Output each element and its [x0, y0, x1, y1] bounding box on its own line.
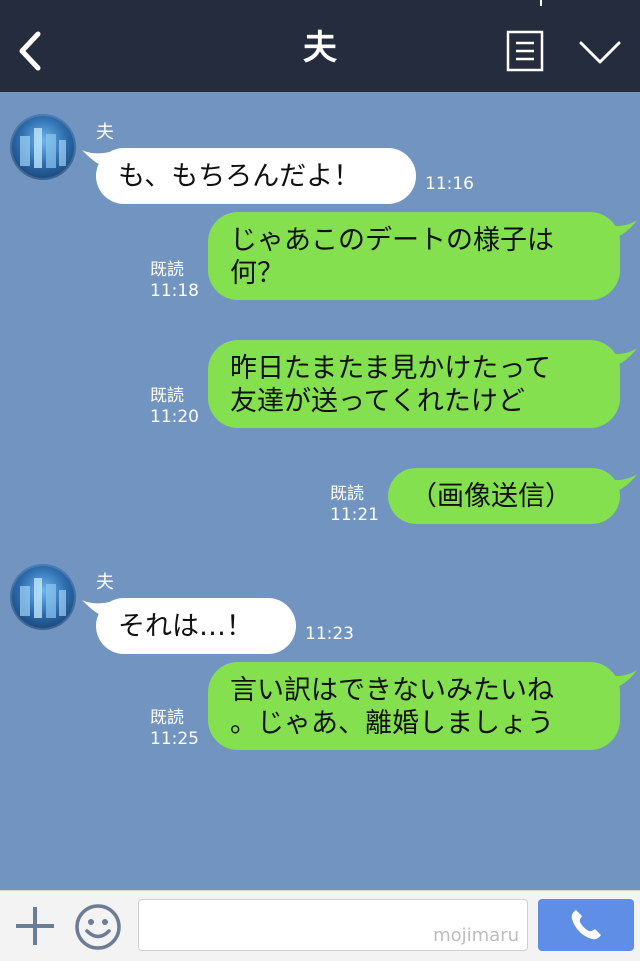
message-bubble-out[interactable]: 言い訳はできないみたいね 。じゃあ、離婚しましょう [208, 662, 620, 750]
watermark-text: mojimaru [433, 925, 519, 946]
message-bubble-out[interactable]: 昨日たまたま見かけたって 友達が送ってくれたけど [208, 340, 620, 428]
status-indicator [540, 0, 542, 6]
message-meta: 既読 11:21 [330, 484, 386, 526]
message-line: 言い訳はできないみたいね [230, 675, 554, 706]
read-receipt: 既読 [330, 484, 364, 504]
message-bubble-in[interactable]: も、もちろんだよ！ [96, 148, 416, 204]
read-receipt: 既読 [150, 708, 184, 728]
message-bubble-out[interactable]: じゃあこのデートの様子は 何？ [208, 212, 620, 300]
chat-area[interactable]: 夫 も、もちろんだよ！ 11:16 既読 11:18 じゃあこのデートの様子は … [0, 92, 640, 890]
sender-name: 夫 [96, 572, 114, 593]
avatar-image [20, 578, 66, 618]
message-input[interactable]: mojimaru [138, 899, 528, 951]
message-time: 11:20 [150, 407, 199, 427]
message-text: それは…！ [118, 610, 253, 642]
chevron-down-icon[interactable] [578, 38, 622, 68]
message-time: 11:16 [425, 174, 474, 194]
message-line: じゃあこのデートの様子は [230, 225, 554, 256]
message-line: 何？ [230, 258, 284, 289]
bubble-tail [604, 348, 637, 370]
message-time: 11:23 [305, 624, 354, 644]
message-meta: 既読 11:25 [150, 708, 206, 750]
bubble-tail [604, 474, 637, 496]
message-line: （画像送信） [410, 480, 572, 512]
header-bar: 夫 [0, 0, 640, 92]
message-time: 11:25 [150, 729, 199, 749]
message-text: も、もちろんだよ！ [118, 160, 361, 192]
chat-title: 夫 [303, 28, 337, 68]
sender-name: 夫 [96, 122, 114, 143]
message-line: 。じゃあ、離婚しましょう [230, 708, 554, 739]
bubble-tail [604, 220, 637, 242]
avatar-image [20, 128, 66, 168]
message-line: 昨日たまたま見かけたって [230, 353, 552, 384]
bubble-tail [604, 670, 637, 692]
menu-icon[interactable] [506, 30, 544, 72]
input-bar: mojimaru [0, 890, 640, 961]
message-bubble-in[interactable]: それは…！ [96, 598, 296, 654]
read-receipt: 既読 [150, 386, 184, 406]
message-time: 11:21 [330, 505, 379, 525]
phone-icon [571, 910, 601, 940]
read-receipt: 既読 [150, 260, 184, 280]
plus-icon[interactable] [14, 905, 56, 947]
call-button[interactable] [538, 899, 634, 951]
avatar[interactable] [10, 564, 76, 630]
message-time: 11:18 [150, 281, 199, 301]
message-meta: 既読 11:18 [150, 260, 206, 302]
smile-icon[interactable] [74, 903, 122, 951]
message-bubble-out[interactable]: （画像送信） [388, 468, 620, 524]
message-line: 友達が送ってくれたけど [230, 386, 525, 417]
message-meta: 既読 11:20 [150, 386, 206, 428]
avatar[interactable] [10, 114, 76, 180]
